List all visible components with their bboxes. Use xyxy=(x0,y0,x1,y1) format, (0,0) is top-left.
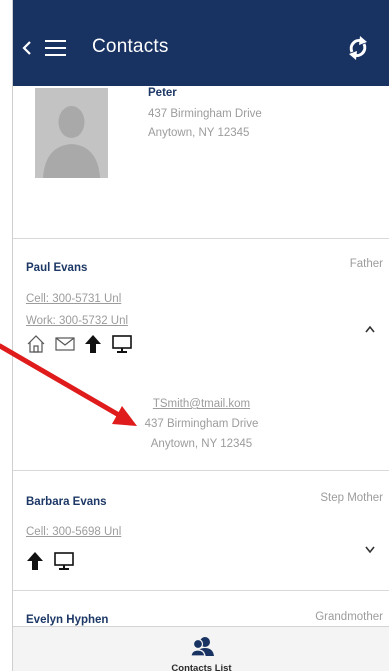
bottom-tab-bar: Contacts List xyxy=(13,626,389,671)
app-frame: Contacts Peter 437 Birmingham Drive Anyt… xyxy=(12,0,389,671)
upload-arrow-icon[interactable] xyxy=(84,334,102,359)
profile-name: Peter xyxy=(148,87,177,99)
monitor-icon[interactable] xyxy=(111,334,133,359)
work-phone-link[interactable]: Work: 300-5732 Unl xyxy=(26,315,128,327)
page-title: Contacts xyxy=(92,36,169,57)
profile-section: Peter 437 Birmingham Drive Anytown, NY 1… xyxy=(13,86,389,238)
contact-name[interactable]: Barbara Evans xyxy=(26,496,107,508)
contact-action-icons xyxy=(26,551,75,576)
avatar-placeholder xyxy=(35,88,108,178)
contact-relation: Grandmother xyxy=(315,611,383,623)
cell-phone-link[interactable]: Cell: 300-5731 Unl xyxy=(26,293,121,305)
divider xyxy=(13,590,389,591)
contact-action-icons xyxy=(26,334,133,359)
upload-arrow-icon[interactable] xyxy=(26,551,44,576)
profile-address-line2: Anytown, NY 12345 xyxy=(148,127,250,139)
contact-address-line1: 437 Birmingham Drive xyxy=(144,418,259,430)
app-header: Contacts xyxy=(13,0,389,86)
expand-chevron-down-icon[interactable] xyxy=(365,541,375,554)
contact-details-panel: TSmith@tmail.kom 437 Birmingham Drive An… xyxy=(13,378,389,470)
hamburger-menu-icon[interactable] xyxy=(43,39,69,57)
contact-relation: Step Mother xyxy=(320,492,383,504)
contact-address-line2: Anytown, NY 12345 xyxy=(150,438,253,450)
mail-icon[interactable] xyxy=(55,336,75,357)
monitor-icon[interactable] xyxy=(53,551,75,576)
contact-name[interactable]: Paul Evans xyxy=(26,262,87,274)
contact-relation: Father xyxy=(349,258,383,270)
contact-email-link[interactable]: TSmith@tmail.kom xyxy=(13,398,389,410)
contact-name[interactable]: Evelyn Hyphen xyxy=(26,614,108,626)
contacts-group-icon[interactable] xyxy=(190,635,216,657)
profile-address-line1: 437 Birmingham Drive xyxy=(148,108,262,120)
divider xyxy=(13,238,389,239)
sync-refresh-icon[interactable] xyxy=(343,33,373,63)
back-chevron-icon[interactable] xyxy=(19,36,39,60)
collapse-chevron-up-icon[interactable] xyxy=(365,320,375,333)
divider xyxy=(13,470,389,471)
tab-contacts-list[interactable]: Contacts List xyxy=(13,663,389,671)
home-icon[interactable] xyxy=(26,334,46,359)
cell-phone-link[interactable]: Cell: 300-5698 Unl xyxy=(26,526,121,538)
